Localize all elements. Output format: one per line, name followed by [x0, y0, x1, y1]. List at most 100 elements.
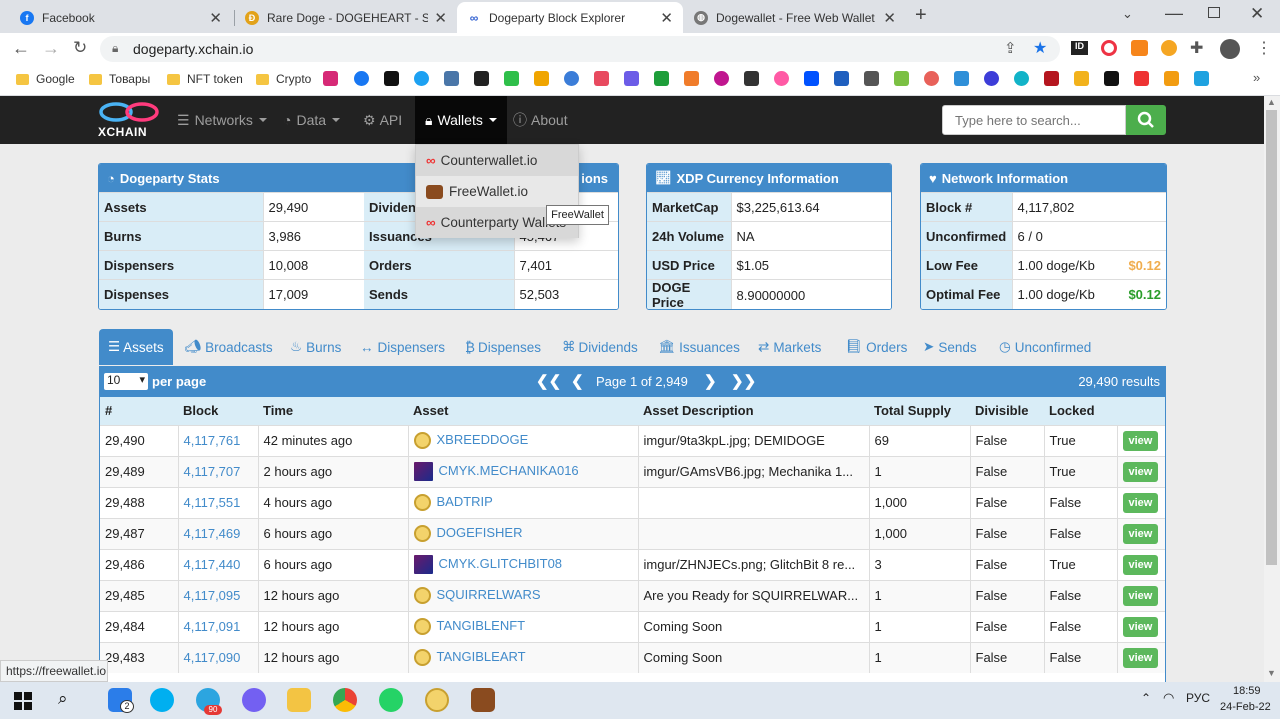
asset-link[interactable]: SQUIRRELWARS	[437, 587, 541, 602]
bookmark-icon[interactable]	[804, 71, 819, 86]
bookmark-nft-token[interactable]: NFT token	[167, 71, 243, 87]
prev-page-button[interactable]: ❮	[571, 372, 584, 390]
close-tab-icon[interactable]: ✕	[209, 9, 222, 27]
metamask-icon[interactable]	[1131, 40, 1148, 56]
tab-sends[interactable]: ➤ Sends	[923, 329, 977, 365]
view-button[interactable]: view	[1122, 616, 1159, 637]
asset-link[interactable]: TANGIBLENFT	[437, 618, 526, 633]
restore-icon[interactable]	[1208, 7, 1220, 18]
block-link[interactable]: 4,117,707	[184, 464, 241, 479]
minimize-icon[interactable]: —	[1165, 3, 1183, 24]
bookmark-s-icon[interactable]	[594, 71, 609, 86]
scrollbar-thumb[interactable]	[1266, 110, 1277, 565]
view-button[interactable]: view	[1122, 461, 1159, 482]
nav-networks[interactable]: ☰ Networks	[177, 96, 267, 144]
folder-icon[interactable]	[287, 688, 311, 712]
facebook-icon[interactable]	[354, 71, 369, 86]
tab-unconfirmed[interactable]: ◷ Unconfirmed	[999, 329, 1091, 365]
nav-wallets[interactable]: 🔒︎ Wallets	[415, 96, 507, 144]
bookmark-home-icon[interactable]	[1134, 71, 1149, 86]
profile-avatar[interactable]	[1220, 39, 1240, 59]
bookmark-icon[interactable]	[1074, 71, 1089, 86]
block-link[interactable]: 4,117,091	[184, 619, 241, 634]
bookmark-icon[interactable]	[1014, 71, 1029, 86]
bookmark-icon[interactable]	[684, 71, 699, 86]
extensions-puzzle-icon[interactable]: ✚	[1190, 38, 1203, 58]
per-page-select[interactable]: 10 ▾	[104, 373, 148, 390]
browser-tab-rare-doge[interactable]: Ð Rare Doge - DOGEHEART - Series ✕	[235, 2, 457, 33]
asset-link[interactable]: TANGIBLEART	[437, 649, 526, 664]
tab-dispenses[interactable]: ₿ Dispenses	[465, 329, 541, 365]
bookmark-kb-icon[interactable]	[534, 71, 549, 86]
block-link[interactable]: 4,117,090	[184, 650, 241, 665]
block-link[interactable]: 4,117,761	[184, 433, 241, 448]
bookmark-icon[interactable]	[564, 71, 579, 86]
bookmark-icon[interactable]	[1104, 71, 1119, 86]
search-input[interactable]	[942, 105, 1126, 135]
tiktok-icon[interactable]	[384, 71, 399, 86]
clock-time[interactable]: 18:59	[1233, 685, 1261, 697]
bookmark-dv-icon[interactable]	[1044, 71, 1059, 86]
tab-dividends[interactable]: ⌘ Dividends	[562, 329, 638, 365]
close-window-icon[interactable]: ✕	[1250, 4, 1264, 24]
asset-link[interactable]: CMYK.MECHANIKA016	[439, 463, 579, 478]
scroll-down-icon[interactable]: ▼	[1267, 668, 1276, 678]
bookmark-icon[interactable]	[1194, 71, 1209, 86]
next-page-button[interactable]: ❯	[704, 372, 717, 390]
bookmark-crypto[interactable]: Crypto	[256, 71, 311, 87]
block-link[interactable]: 4,117,440	[184, 557, 241, 572]
browser-menu-icon[interactable]: ⋮	[1256, 38, 1272, 58]
instagram-icon[interactable]	[323, 71, 338, 86]
tab-orders[interactable]: 📘︎ Orders	[845, 329, 907, 365]
whatsapp-icon[interactable]	[379, 688, 403, 712]
nav-api[interactable]: ⚙ API	[363, 96, 402, 144]
tab-markets[interactable]: ⇄ Markets	[758, 329, 821, 365]
skype-icon[interactable]	[150, 688, 174, 712]
nav-data[interactable]: ◔ Data	[283, 96, 341, 144]
dogecoin-wallet-icon[interactable]	[425, 688, 449, 712]
tab-search-icon[interactable]: ⌄	[1122, 6, 1133, 22]
bookmark-24-icon[interactable]	[1164, 71, 1179, 86]
view-button[interactable]: view	[1122, 554, 1159, 575]
menu-item-counterwallet[interactable]: ∞ Counterwallet.io	[416, 145, 578, 176]
nav-about[interactable]: ⓘ About	[513, 96, 568, 144]
extension-icon[interactable]	[1101, 40, 1117, 56]
first-page-button[interactable]: ❮❮	[536, 372, 561, 390]
close-tab-icon[interactable]: ✕	[434, 9, 447, 27]
browser-tab-dogeparty[interactable]: ∞ Dogeparty Block Explorer ✕	[457, 2, 683, 33]
bookmark-k-icon[interactable]	[474, 71, 489, 86]
url-text[interactable]: dogeparty.xchain.io	[133, 41, 253, 57]
bookmark-star-icon[interactable]: ★	[1033, 38, 1047, 58]
clock-date[interactable]: 24-Feb-22	[1220, 701, 1271, 713]
language-indicator[interactable]: РУС	[1186, 691, 1210, 705]
bookmark-bf-icon[interactable]	[834, 71, 849, 86]
menu-item-freewallet[interactable]: FreeWallet.io	[416, 176, 578, 207]
tray-chevron-up-icon[interactable]: ⌃	[1141, 691, 1151, 705]
reload-icon[interactable]: ↻	[73, 38, 87, 58]
bookmark-icon[interactable]	[894, 71, 909, 86]
extension-id-icon[interactable]: ID	[1071, 41, 1088, 55]
forward-arrow-icon[interactable]: →	[42, 38, 60, 59]
block-link[interactable]: 4,117,095	[184, 588, 241, 603]
tab-burns[interactable]: ♨ Burns	[290, 329, 341, 365]
bookmark-goods[interactable]: Товары	[89, 71, 150, 87]
tab-issuances[interactable]: 🏛︎ Issuances	[658, 329, 740, 365]
bookmark-icon[interactable]	[924, 71, 939, 86]
bookmark-ss-icon[interactable]	[654, 71, 669, 86]
asset-link[interactable]: CMYK.GLITCHBIT08	[439, 556, 563, 571]
address-bar[interactable]: 🔒︎ dogeparty.xchain.io ⇪ ★	[100, 36, 1060, 62]
tab-dispensers[interactable]: ↔ Dispensers	[360, 329, 445, 365]
bookmark-d-icon[interactable]	[984, 71, 999, 86]
share-icon[interactable]: ⇪	[1004, 39, 1017, 57]
new-tab-button[interactable]: +	[915, 4, 927, 27]
view-button[interactable]: view	[1122, 492, 1159, 513]
bookmark-icon[interactable]	[714, 71, 729, 86]
last-page-button[interactable]: ❯❯	[731, 372, 756, 390]
view-button[interactable]: view	[1122, 647, 1159, 668]
extension-icon[interactable]	[1161, 40, 1177, 56]
bookmark-icon[interactable]	[624, 71, 639, 86]
back-arrow-icon[interactable]: ←	[12, 38, 30, 59]
tab-broadcasts[interactable]: 📣︎ Broadcasts	[184, 329, 273, 365]
bookmark-icon[interactable]	[744, 71, 759, 86]
more-bookmarks-icon[interactable]: »	[1253, 70, 1260, 85]
